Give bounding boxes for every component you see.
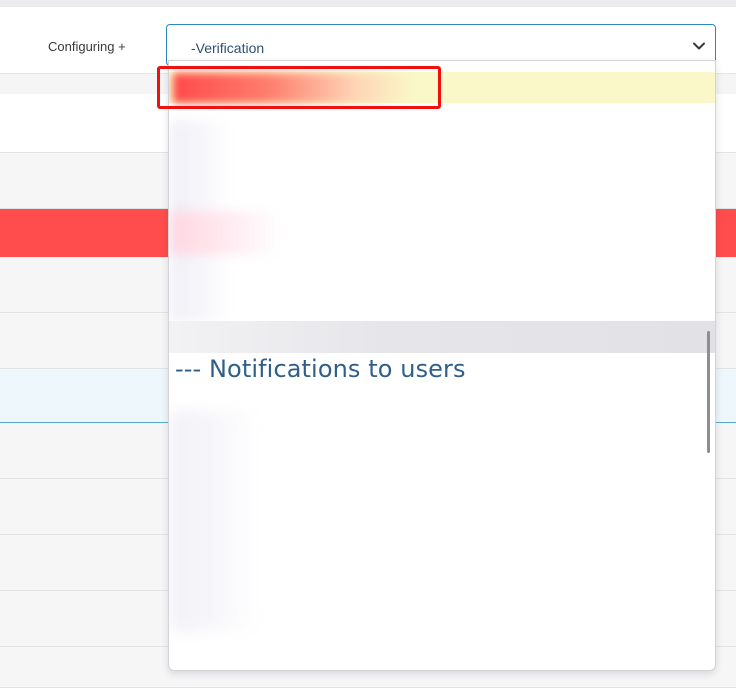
annotation-highlight-box [157, 66, 441, 109]
redacted-option-text [171, 411, 261, 631]
redacted-option-text [171, 211, 281, 255]
configuring-label: Configuring + [48, 39, 126, 54]
top-strip [0, 0, 736, 7]
dropdown-list[interactable]: --- Notifications to users [168, 60, 716, 671]
chevron-down-icon [693, 42, 705, 50]
group-heading-notifications: --- Notifications to users [175, 355, 466, 383]
select-value: -Verification [191, 40, 265, 56]
group-separator [169, 321, 715, 353]
dropdown-scrollbar[interactable] [707, 331, 710, 453]
